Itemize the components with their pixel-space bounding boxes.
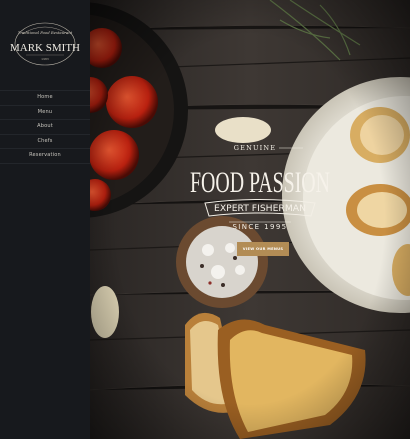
nav-item-home[interactable]: Home [0, 90, 90, 106]
sidebar: Traditional Food Restaurant MARK SMITH 1… [0, 0, 90, 439]
hero-genuine: GENUINE [234, 144, 277, 152]
hero-section: GENUINE FOOD PASSION EXPERT FISHERMAN SI… [90, 0, 410, 439]
hero-emblem: GENUINE FOOD PASSION EXPERT FISHERMAN SI… [190, 144, 330, 231]
logo[interactable]: Traditional Food Restaurant MARK SMITH 1… [0, 22, 90, 70]
brand-sub: 1983 [41, 57, 49, 61]
brand-name: MARK SMITH [10, 42, 80, 54]
view-menus-button[interactable]: VIEW OUR MENUS [237, 242, 289, 256]
hero-since: SINCE 1995 [232, 223, 287, 231]
nav-item-about[interactable]: About [0, 120, 90, 135]
brand-tagline: Traditional Food Restaurant [18, 30, 73, 35]
nav-item-reservation[interactable]: Reservation [0, 149, 90, 164]
hero-ribbon-text: EXPERT FISHERMAN [214, 204, 306, 214]
nav-item-menu[interactable]: Menu [0, 106, 90, 120]
nav-item-chefs[interactable]: Chefs [0, 135, 90, 149]
hero-headline: FOOD PASSION [190, 166, 330, 199]
main-nav: Home Menu About Chefs Reservation [0, 90, 90, 164]
